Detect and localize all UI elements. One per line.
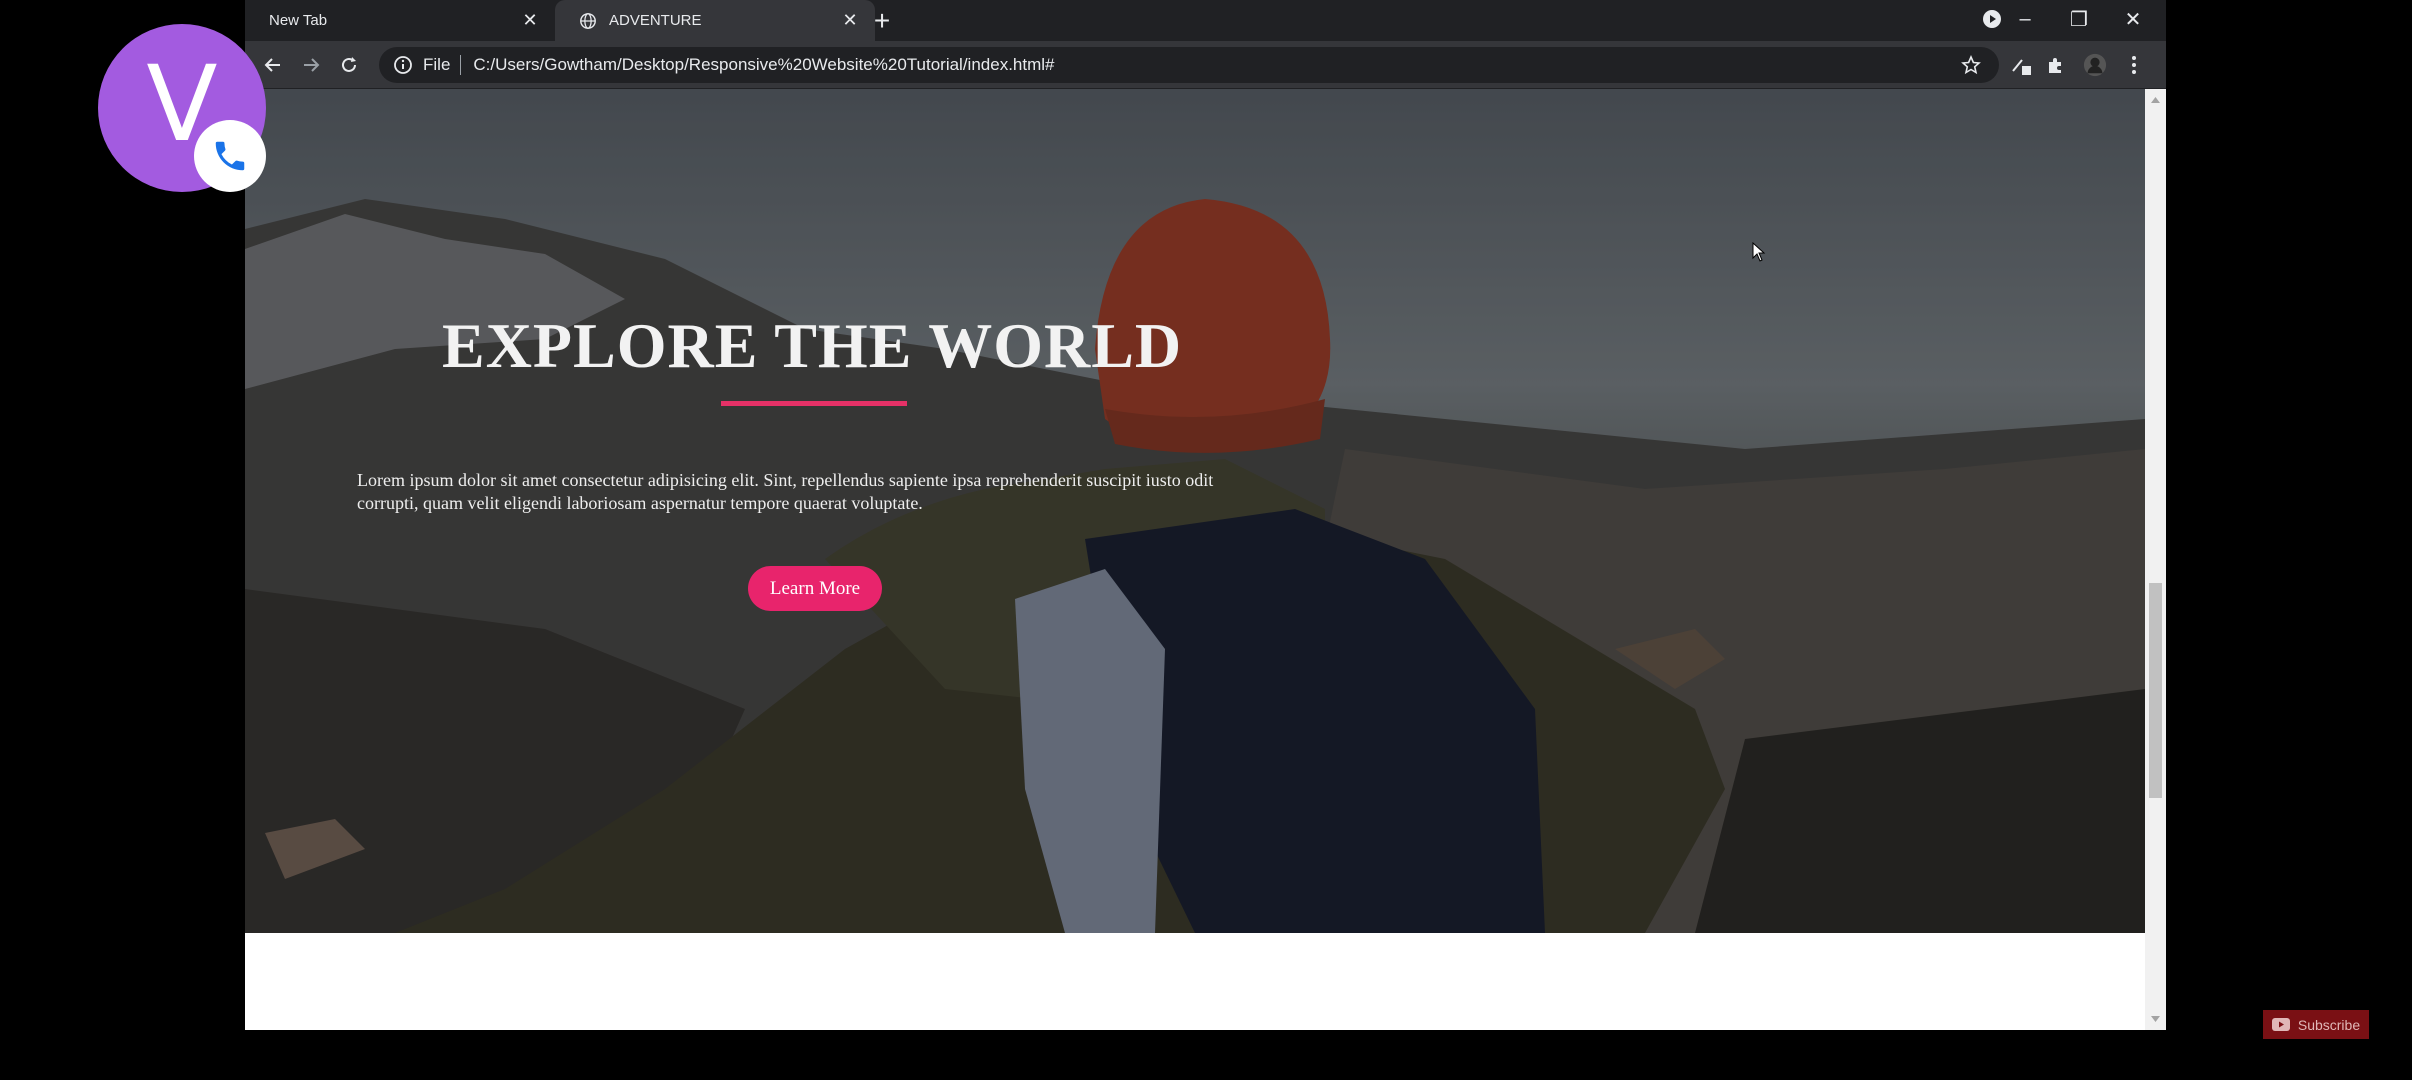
forward-button[interactable] — [295, 49, 327, 81]
learn-more-button[interactable]: Learn More — [748, 566, 882, 611]
url-text[interactable]: C:/Users/Gowtham/Desktop/Responsive%20We… — [473, 55, 1054, 75]
restore-button[interactable]: ❐ — [2052, 0, 2106, 38]
minimize-button[interactable]: – — [1998, 0, 2052, 38]
title-underline — [721, 401, 907, 406]
vertical-scrollbar[interactable] — [2145, 89, 2166, 1030]
subscribe-button[interactable]: Subscribe — [2263, 1010, 2369, 1039]
scheme-label: File — [423, 55, 451, 74]
address-bar[interactable]: File C:/Users/Gowtham/Desktop/Responsive… — [379, 47, 1999, 83]
arrow-right-icon — [304, 58, 320, 72]
reload-button[interactable] — [333, 49, 365, 81]
hero-title: EXPLORE THE WORLD — [442, 310, 1183, 381]
scroll-thumb[interactable] — [2149, 583, 2162, 798]
close-icon[interactable]: ✕ — [519, 10, 541, 32]
page-viewport: EXPLORE THE WORLD Lorem ipsum dolor sit … — [245, 89, 2145, 1030]
kebab-menu-icon[interactable] — [2122, 53, 2146, 77]
hero-section: EXPLORE THE WORLD Lorem ipsum dolor sit … — [245, 89, 2145, 933]
tab-strip: New Tab ✕ ADVENTURE ✕ + – ❐ ✕ — [245, 0, 2166, 41]
tab-new-tab[interactable]: New Tab ✕ — [245, 0, 555, 41]
scroll-down-icon[interactable] — [2150, 1014, 2161, 1024]
close-icon[interactable]: ✕ — [839, 10, 861, 32]
pen-extension-icon[interactable] — [2009, 53, 2033, 77]
youtube-play-icon — [2271, 1018, 2290, 1031]
reload-icon — [342, 57, 356, 72]
globe-icon — [580, 12, 596, 29]
subscribe-label: Subscribe — [2297, 1016, 2361, 1033]
back-button[interactable] — [257, 49, 289, 81]
tab-label: ADVENTURE — [609, 12, 702, 29]
mouse-cursor-icon — [1752, 242, 1766, 262]
hero-description: Lorem ipsum dolor sit amet consectetur a… — [357, 470, 1214, 513]
phone-icon — [194, 120, 266, 192]
bookmark-star-icon[interactable] — [1961, 55, 1981, 75]
divider — [460, 55, 462, 75]
tab-label: New Tab — [269, 12, 328, 29]
extensions-puzzle-icon[interactable] — [2044, 53, 2068, 77]
profile-avatar[interactable] — [2083, 53, 2107, 77]
browser-toolbar: File C:/Users/Gowtham/Desktop/Responsive… — [245, 41, 2166, 89]
arrow-left-icon — [264, 58, 280, 72]
new-tab-button[interactable]: + — [867, 5, 897, 36]
scroll-up-icon[interactable] — [2150, 95, 2161, 105]
tab-adventure[interactable]: ADVENTURE ✕ — [555, 0, 875, 41]
info-icon[interactable] — [393, 55, 413, 75]
close-window-button[interactable]: ✕ — [2106, 0, 2160, 38]
browser-window: New Tab ✕ ADVENTURE ✕ + – ❐ ✕ File C:/Us… — [245, 0, 2166, 1030]
